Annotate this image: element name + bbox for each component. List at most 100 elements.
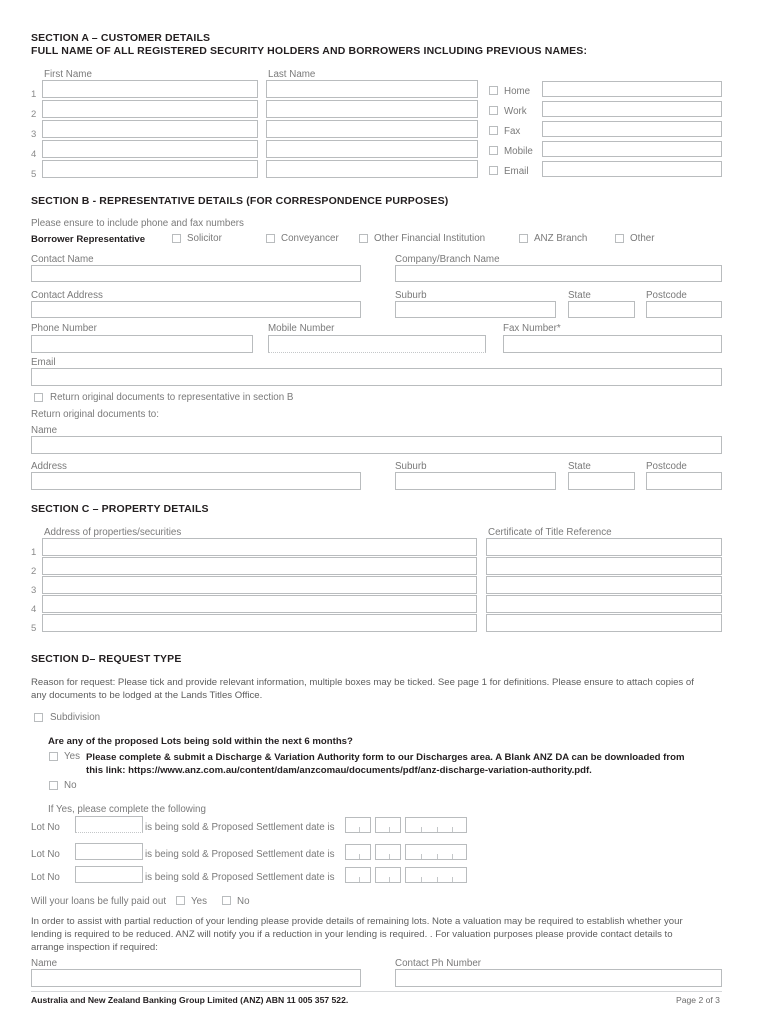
form-page: SECTION A – CUSTOMER DETAILS FULL NAME O… xyxy=(0,0,770,1024)
row-number: 2 xyxy=(31,109,37,120)
last-name-input-3[interactable] xyxy=(266,120,478,138)
checkbox-subdivision[interactable] xyxy=(34,713,43,722)
postcode-input[interactable] xyxy=(646,301,722,318)
contact-value-email[interactable] xyxy=(542,161,722,177)
settlement-month-input-3[interactable] xyxy=(375,867,401,883)
valuation-contact-name-input[interactable] xyxy=(31,969,361,987)
property-address-input-3[interactable] xyxy=(42,576,477,594)
contact-value-home[interactable] xyxy=(542,81,722,97)
first-name-input-4[interactable] xyxy=(42,140,258,158)
last-name-input-2[interactable] xyxy=(266,100,478,118)
phone-number-input[interactable] xyxy=(31,335,253,353)
row-number: 2 xyxy=(31,566,37,577)
borrower-representative-label: Borrower Representative xyxy=(31,234,146,245)
section-c-heading: SECTION C – PROPERTY DETAILS xyxy=(31,503,209,515)
paid-out-yes-label: Yes xyxy=(191,896,207,907)
return-original-documents-label: Return original documents to representat… xyxy=(50,392,294,403)
return-postcode-input[interactable] xyxy=(646,472,722,490)
return-state-input[interactable] xyxy=(568,472,635,490)
company-branch-name-input[interactable] xyxy=(395,265,722,282)
checkbox-fax[interactable] xyxy=(489,126,498,135)
lots-sold-no-label: No xyxy=(64,780,77,791)
checkbox-other[interactable] xyxy=(615,234,624,243)
title-reference-input-1[interactable] xyxy=(486,538,722,556)
property-address-input-1[interactable] xyxy=(42,538,477,556)
fully-paid-out-question: Will your loans be fully paid out xyxy=(31,896,167,907)
first-name-input-2[interactable] xyxy=(42,100,258,118)
row-number: 3 xyxy=(31,585,37,596)
contact-type-label-work: Work xyxy=(504,106,527,117)
rep-option-label-other: Other xyxy=(630,233,655,244)
checkbox-paid-out-no[interactable] xyxy=(222,896,231,905)
contact-address-input[interactable] xyxy=(31,301,361,318)
settlement-month-input-2[interactable] xyxy=(375,844,401,860)
lot-no-input-2[interactable] xyxy=(75,843,143,860)
mobile-number-input[interactable] xyxy=(268,335,486,353)
lot-mid-text-2: is being sold & Proposed Settlement date… xyxy=(145,849,335,860)
checkbox-home[interactable] xyxy=(489,86,498,95)
checkbox-work[interactable] xyxy=(489,106,498,115)
checkbox-anz-branch[interactable] xyxy=(519,234,528,243)
footer-divider xyxy=(31,991,722,992)
section-d-intro-line-1: Reason for request: Please tick and prov… xyxy=(31,677,694,688)
first-name-input-1[interactable] xyxy=(42,80,258,98)
last-name-input-1[interactable] xyxy=(266,80,478,98)
contact-value-mobile[interactable] xyxy=(542,141,722,157)
contact-type-label-email: Email xyxy=(504,166,529,177)
fax-number-input[interactable] xyxy=(503,335,722,353)
first-name-input-3[interactable] xyxy=(42,120,258,138)
lot-no-input-1[interactable] xyxy=(75,816,143,833)
checkbox-mobile[interactable] xyxy=(489,146,498,155)
title-reference-input-2[interactable] xyxy=(486,557,722,575)
rep-option-label-anz-branch: ANZ Branch xyxy=(534,233,588,244)
return-name-input[interactable] xyxy=(31,436,722,454)
suburb-input[interactable] xyxy=(395,301,556,318)
settlement-year-input-3[interactable] xyxy=(405,867,467,883)
lot-no-label-2: Lot No xyxy=(31,849,60,860)
property-address-input-2[interactable] xyxy=(42,557,477,575)
row-number: 4 xyxy=(31,604,37,615)
last-name-input-5[interactable] xyxy=(266,160,478,178)
checkbox-solicitor[interactable] xyxy=(172,234,181,243)
settlement-month-input-1[interactable] xyxy=(375,817,401,833)
valuation-text-line-1: In order to assist with partial reductio… xyxy=(31,916,683,927)
checkbox-return-original-documents[interactable] xyxy=(34,393,43,402)
state-input[interactable] xyxy=(568,301,635,318)
title-reference-input-5[interactable] xyxy=(486,614,722,632)
checkbox-other-financial-institution[interactable] xyxy=(359,234,368,243)
footer-legal-text: Australia and New Zealand Banking Group … xyxy=(31,995,349,1005)
contact-name-input[interactable] xyxy=(31,265,361,282)
property-address-input-4[interactable] xyxy=(42,595,477,613)
checkbox-lots-sold-no[interactable] xyxy=(49,781,58,790)
yes-instruction-line-2: this link: https://www.anz.com.au/conten… xyxy=(86,765,592,776)
settlement-year-input-2[interactable] xyxy=(405,844,467,860)
subdivision-label: Subdivision xyxy=(50,712,101,723)
lot-mid-text-3: is being sold & Proposed Settlement date… xyxy=(145,872,335,883)
settlement-day-input-1[interactable] xyxy=(345,817,371,833)
first-name-input-5[interactable] xyxy=(42,160,258,178)
settlement-year-input-1[interactable] xyxy=(405,817,467,833)
lot-no-input-3[interactable] xyxy=(75,866,143,883)
return-address-input[interactable] xyxy=(31,472,361,490)
contact-value-fax[interactable] xyxy=(542,121,722,137)
last-name-input-4[interactable] xyxy=(266,140,478,158)
email-input[interactable] xyxy=(31,368,722,386)
property-address-input-5[interactable] xyxy=(42,614,477,632)
contact-value-work[interactable] xyxy=(542,101,722,117)
yes-instruction-line-1: Please complete & submit a Discharge & V… xyxy=(86,752,685,763)
title-reference-input-3[interactable] xyxy=(486,576,722,594)
checkbox-email[interactable] xyxy=(489,166,498,175)
title-reference-input-4[interactable] xyxy=(486,595,722,613)
section-d-heading: SECTION D– REQUEST TYPE xyxy=(31,653,182,665)
row-number: 5 xyxy=(31,169,37,180)
checkbox-conveyancer[interactable] xyxy=(266,234,275,243)
valuation-text-line-2: lending is required to be reduced. ANZ w… xyxy=(31,929,673,940)
checkbox-paid-out-yes[interactable] xyxy=(176,896,185,905)
valuation-contact-ph-input[interactable] xyxy=(395,969,722,987)
section-d-intro-line-2: any documents to be lodged at the Lands … xyxy=(31,690,263,701)
settlement-day-input-2[interactable] xyxy=(345,844,371,860)
settlement-day-input-3[interactable] xyxy=(345,867,371,883)
checkbox-lots-sold-yes[interactable] xyxy=(49,752,58,761)
return-original-documents-to-label: Return original documents to: xyxy=(31,409,159,420)
return-suburb-input[interactable] xyxy=(395,472,556,490)
